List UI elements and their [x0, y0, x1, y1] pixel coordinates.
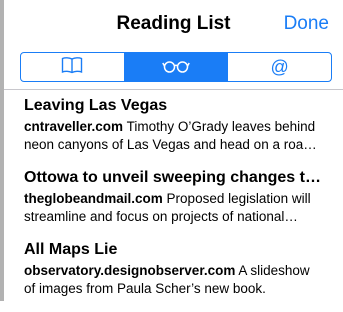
tab-reading-list[interactable] [123, 53, 228, 81]
item-title: All Maps Lie [24, 241, 118, 258]
list-item[interactable]: All Maps Lie observatory.designobserver.… [24, 240, 340, 312]
divider [4, 89, 343, 90]
item-source: cntraveller.com [24, 119, 124, 134]
left-edge-border [0, 0, 4, 301]
glasses-icon [162, 57, 190, 78]
book-icon [61, 56, 83, 79]
list-item[interactable]: Ottowa to unveil sweeping changes to env… [24, 168, 340, 240]
at-sign-icon: @ [270, 56, 289, 77]
item-summary-block: theglobeandmail.com Proposed legislation… [24, 190, 324, 226]
list-item[interactable]: Leaving Las Vegas cntraveller.com Timoth… [24, 96, 340, 168]
item-source: observatory.designobserver.com [24, 263, 236, 278]
segmented-control: @ [20, 52, 332, 82]
item-summary-block: observatory.designobserver.com A slidesh… [24, 262, 324, 298]
reading-list: Leaving Las Vegas cntraveller.com Timoth… [24, 96, 340, 312]
tab-shared-links[interactable]: @ [227, 53, 331, 81]
navigation-bar: Reading List Done [4, 0, 343, 44]
item-source: theglobeandmail.com [24, 191, 163, 206]
item-summary-block: cntraveller.com Timothy O’Grady leaves b… [24, 118, 324, 154]
tab-bookmarks[interactable] [21, 53, 124, 81]
done-button[interactable]: Done [284, 13, 329, 35]
item-title: Ottowa to unveil sweeping changes to env… [24, 169, 324, 186]
item-title: Leaving Las Vegas [24, 97, 168, 114]
